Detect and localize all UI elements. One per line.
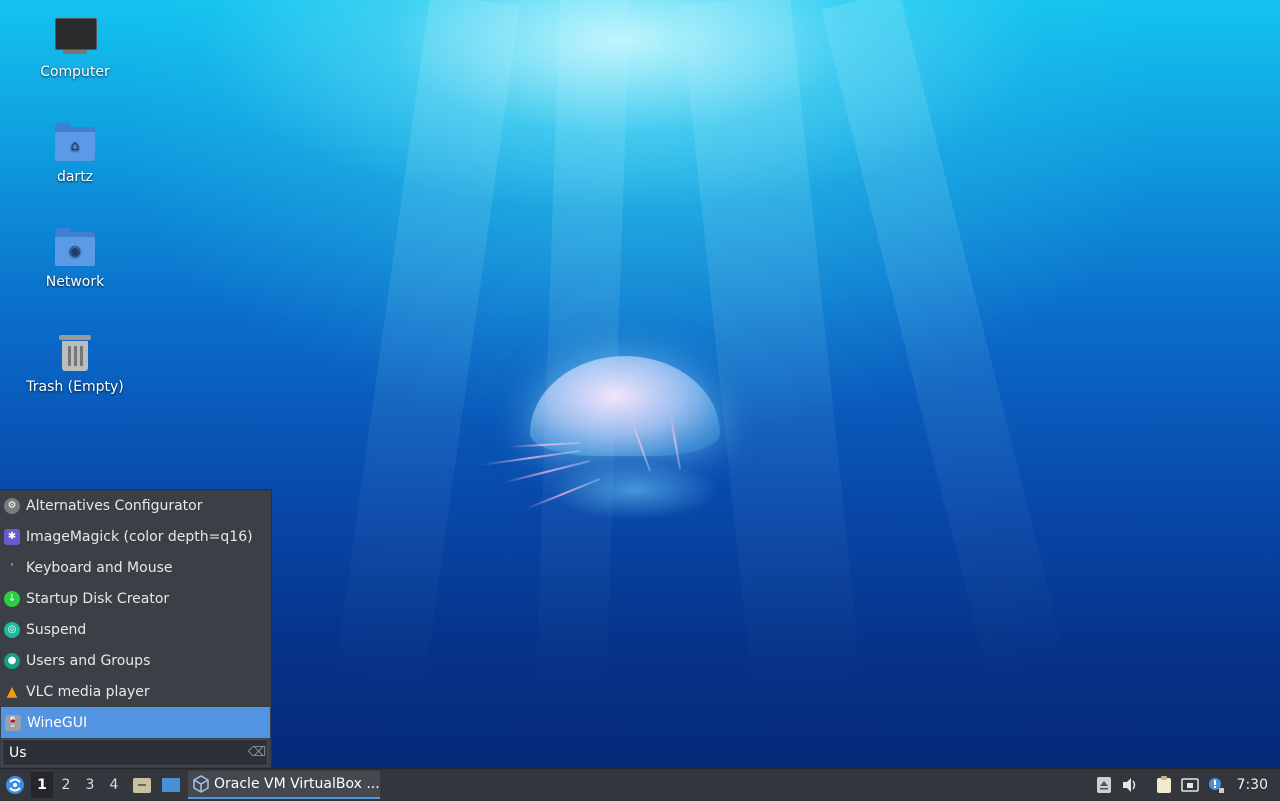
home-folder-icon: ⌂ [53,121,97,165]
menu-item-label: Alternatives Configurator [26,497,203,514]
clear-text-icon[interactable]: ⌫ [247,745,267,760]
vlc-icon: ▲ [6,683,18,700]
menu-item-label: Suspend [26,621,87,638]
clock[interactable]: 7:30 [1237,777,1268,793]
desktop-icon-label: Network [45,274,105,290]
desktop-icon-computer[interactable]: Computer [20,16,130,80]
notification-icon[interactable] [1203,772,1229,798]
menu-item-startup-disk-creator[interactable]: ↓ Startup Disk Creator [0,583,270,614]
desktop-icon [162,778,180,792]
alternatives-icon: ⚙ [4,497,20,514]
desktop-icon-label: Trash (Empty) [26,379,124,395]
keyboard-mouse-icon: ' [10,562,14,573]
menu-search-input[interactable] [3,743,247,762]
users-groups-icon: ● [4,652,20,669]
computer-icon [53,16,97,60]
show-desktop-button[interactable] [158,772,184,798]
clipboard-icon[interactable] [1151,772,1177,798]
menu-item-label: Startup Disk Creator [26,590,170,607]
taskbar-task-virtualbox[interactable]: Oracle VM VirtualBox ... [188,771,380,799]
menu-item-alternatives-configurator[interactable]: ⚙ Alternatives Configurator [0,490,270,521]
menu-search-box[interactable]: ⌫ [2,739,268,766]
file-cabinet-icon [133,778,151,793]
menu-item-label: Keyboard and Mouse [26,559,173,576]
suspend-icon: ◎ [4,621,20,638]
menu-item-label: ImageMagick (color depth=q16) [26,528,253,545]
workspace-4[interactable]: 4 [103,772,125,798]
taskbar: 1 2 3 4 Oracle VM VirtualBox ... 7:30 [0,768,1280,801]
start-menu-button[interactable] [0,770,30,800]
distro-logo-icon [6,776,24,794]
task-label: Oracle VM VirtualBox ... [214,776,380,792]
desktop-icon-label: dartz [56,169,94,185]
workspace-3[interactable]: 3 [79,772,101,798]
menu-item-suspend[interactable]: ◎ Suspend [0,614,270,645]
workspace-2[interactable]: 2 [55,772,77,798]
menu-item-imagemagick[interactable]: ✱ ImageMagick (color depth=q16) [0,521,270,552]
virtualbox-icon [193,775,209,793]
menu-item-label: VLC media player [26,683,150,700]
system-tray: 7:30 [1091,769,1280,801]
winegui-icon: 🍷 [5,714,21,731]
volume-icon[interactable] [1117,772,1143,798]
desktop-icon-label: Computer [40,64,110,80]
jellyfish-wallpaper [470,350,740,530]
tray-eject-icon[interactable] [1091,772,1117,798]
desktop-icon-home[interactable]: ⌂ dartz [20,121,130,185]
trash-icon [53,331,97,375]
network-wired-icon[interactable] [1177,772,1203,798]
network-folder-icon: ◉ [53,226,97,270]
application-menu: ⚙ Alternatives Configurator ✱ ImageMagic… [0,489,272,769]
startup-disk-icon: ↓ [4,590,20,607]
workspace-1[interactable]: 1 [31,772,53,798]
menu-item-keyboard-and-mouse[interactable]: ' Keyboard and Mouse [0,552,270,583]
menu-item-users-and-groups[interactable]: ● Users and Groups [0,645,270,676]
imagemagick-icon: ✱ [4,528,20,545]
menu-item-label: Users and Groups [26,652,151,669]
menu-item-label: WineGUI [27,714,88,731]
menu-item-winegui[interactable]: 🍷 WineGUI [1,707,270,738]
menu-item-vlc[interactable]: ▲ VLC media player [0,676,270,707]
light-ray [821,0,1069,689]
file-manager-launcher[interactable] [129,772,155,798]
desktop-icon-trash[interactable]: Trash (Empty) [20,331,130,395]
desktop-icon-network[interactable]: ◉ Network [20,226,130,290]
